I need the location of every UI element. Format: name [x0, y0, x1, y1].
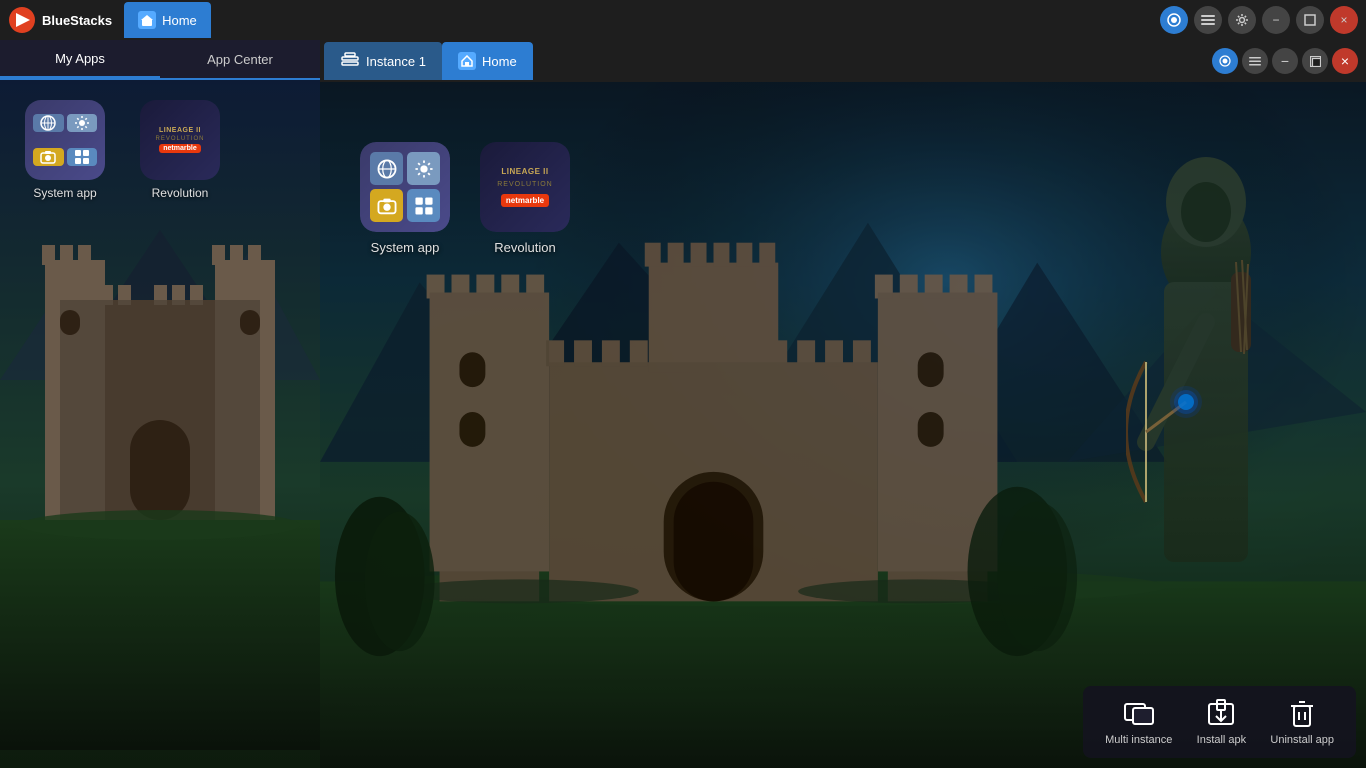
- install-apk-icon: [1205, 698, 1237, 730]
- minimize-outer-btn[interactable]: −: [1262, 6, 1290, 34]
- uninstall-app-btn[interactable]: Uninstall app: [1260, 694, 1344, 750]
- r-lineage-text: LINEAGE II: [501, 167, 548, 177]
- lineage-icon-inner: LINEAGE II REVOLUTION netmarble: [140, 100, 220, 180]
- settings-btn[interactable]: [1228, 6, 1256, 34]
- right-system-app-icon: [360, 142, 450, 232]
- right-apps-area: System app LINEAGE II REVOLUTION netmarb…: [360, 142, 570, 255]
- right-revolution-app[interactable]: LINEAGE II REVOLUTION netmarble Revoluti…: [480, 142, 570, 255]
- right-system-app-label: System app: [371, 240, 440, 255]
- my-apps-tab[interactable]: My Apps: [0, 40, 160, 78]
- r-camera-cell: [370, 189, 403, 222]
- close-inner-btn[interactable]: ×: [1332, 48, 1358, 74]
- inner-titlebar: Instance 1 Home: [320, 40, 1366, 82]
- multi-instance-label: Multi instance: [1105, 734, 1172, 746]
- right-system-app[interactable]: System app: [360, 142, 450, 255]
- outer-home-tab-label: Home: [162, 13, 197, 28]
- bluestacks-logo-text: BlueStacks: [42, 13, 112, 28]
- home-tab-icon: [138, 11, 156, 29]
- archer-svg: [1126, 122, 1286, 722]
- notification-btn[interactable]: [1160, 6, 1188, 34]
- camera-cell: [33, 148, 64, 166]
- outer-titlebar-controls: − ×: [1160, 6, 1358, 34]
- right-panel: Instance 1 Home: [320, 40, 1366, 768]
- left-revolution-label: Revolution: [152, 186, 209, 200]
- r-grid-cell: [407, 189, 440, 222]
- right-revolution-icon: LINEAGE II REVOLUTION netmarble: [480, 142, 570, 232]
- content-area: My Apps App Center: [0, 40, 1366, 768]
- maximize-outer-btn[interactable]: [1296, 6, 1324, 34]
- emulator-content: System app LINEAGE II REVOLUTION netmarb…: [320, 82, 1366, 768]
- gear-cell: [67, 114, 98, 132]
- archer-figure: [1126, 122, 1286, 688]
- bottom-toolbar: Multi instance Install apk: [1083, 686, 1356, 758]
- home-inner-tab-icon: [458, 52, 476, 70]
- home-inner-tab-label: Home: [482, 54, 517, 69]
- minimize-inner-btn[interactable]: −: [1272, 48, 1298, 74]
- left-panel: My Apps App Center: [0, 40, 320, 768]
- inner-titlebar-controls: − ×: [1212, 48, 1366, 74]
- install-apk-label: Install apk: [1197, 734, 1247, 746]
- inner-notification-btn[interactable]: [1212, 48, 1238, 74]
- grid-cell: [67, 148, 98, 166]
- r-globe-cell: [370, 152, 403, 185]
- left-system-app[interactable]: System app: [20, 100, 110, 200]
- outer-home-tab[interactable]: Home: [124, 2, 211, 38]
- globe-cell: [33, 114, 64, 132]
- netmarble-badge: netmarble: [159, 144, 200, 153]
- home-inner-tab[interactable]: Home: [442, 42, 533, 80]
- lineage-subtitle: REVOLUTION: [155, 136, 204, 142]
- instance-tab-icon: [340, 51, 360, 71]
- left-tabs: My Apps App Center: [0, 40, 320, 80]
- instance-tab-label: Instance 1: [366, 54, 426, 69]
- uninstall-icon: [1286, 698, 1318, 730]
- left-revolution-icon: LINEAGE II REVOLUTION netmarble: [140, 100, 220, 180]
- apps-grid-inner: System app LINEAGE II REVOLUTION netmarb…: [20, 100, 300, 200]
- lineage-logo-text: LINEAGE II: [159, 127, 201, 135]
- inner-menu-btn[interactable]: [1242, 48, 1268, 74]
- r-revolution-text: REVOLUTION: [497, 181, 553, 188]
- left-apps-grid: System app LINEAGE II REVOLUTION netmarb…: [0, 80, 320, 768]
- left-revolution-app[interactable]: LINEAGE II REVOLUTION netmarble Revoluti…: [135, 100, 225, 200]
- close-outer-btn[interactable]: ×: [1330, 6, 1358, 34]
- install-apk-btn[interactable]: Install apk: [1186, 694, 1256, 750]
- bluestacks-logo: BlueStacks: [8, 6, 112, 34]
- outer-window: BlueStacks Home: [0, 0, 1366, 768]
- maximize-inner-btn[interactable]: [1302, 48, 1328, 74]
- r-gear-cell: [407, 152, 440, 185]
- menu-btn[interactable]: [1194, 6, 1222, 34]
- right-revolution-label: Revolution: [494, 240, 555, 255]
- bluestacks-logo-icon: [8, 6, 36, 34]
- app-center-tab[interactable]: App Center: [160, 40, 320, 78]
- r-netmarble-badge: netmarble: [501, 194, 549, 207]
- instance-tab[interactable]: Instance 1: [324, 42, 442, 80]
- outer-titlebar: BlueStacks Home: [0, 0, 1366, 40]
- left-system-app-label: System app: [33, 186, 96, 200]
- uninstall-app-label: Uninstall app: [1270, 734, 1334, 746]
- system-app-icon: [25, 100, 105, 180]
- multi-instance-icon: [1123, 698, 1155, 730]
- multi-instance-btn[interactable]: Multi instance: [1095, 694, 1182, 750]
